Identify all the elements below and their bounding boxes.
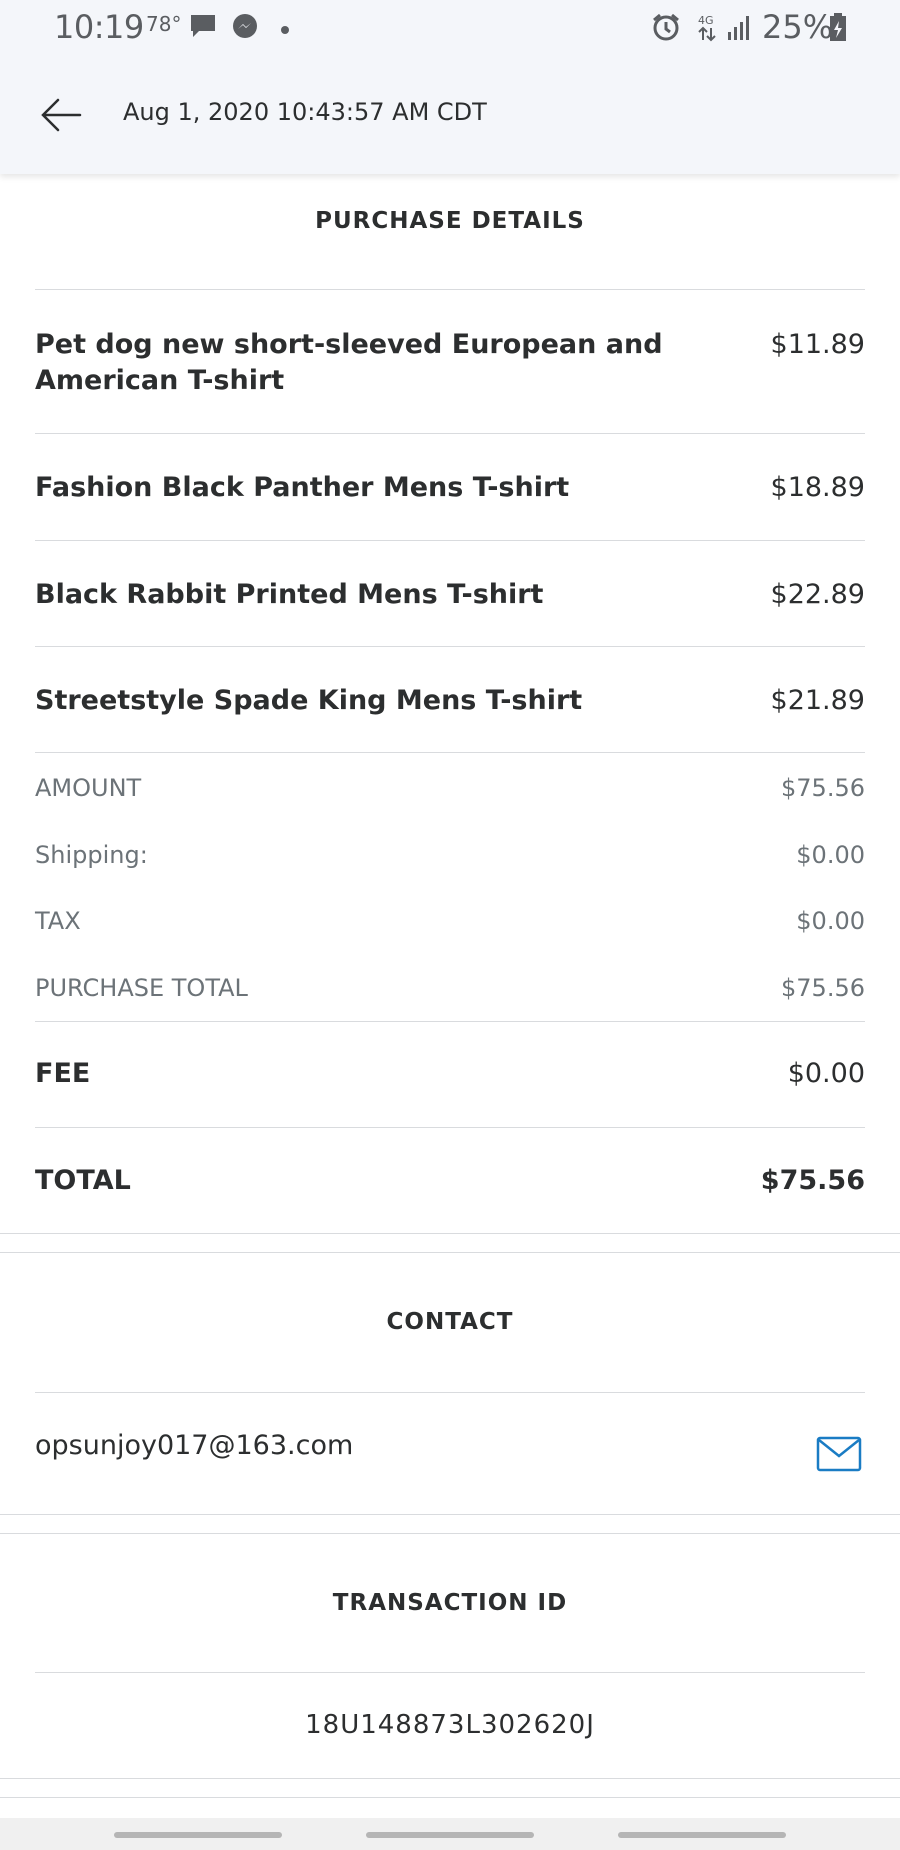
section-divider [0,1252,900,1253]
amount-label: AMOUNT [35,774,142,802]
dot-icon [280,20,290,39]
item-price: $22.89 [770,579,865,610]
transaction-id-title: TRANSACTION ID [332,1590,568,1616]
alarm-icon [650,12,682,46]
nav-back-button[interactable] [618,1832,786,1838]
battery-charging-icon [828,12,848,46]
divider [35,1672,865,1673]
shipping-value: $0.00 [796,841,865,869]
section-divider [0,1778,900,1779]
item-name: Black Rabbit Printed Mens T-shirt [35,579,544,610]
status-bar: 10:19 78° 4G 25% [0,0,900,56]
total-value: $75.56 [760,1165,865,1196]
divider [35,540,865,541]
total-label: TOTAL [35,1165,131,1196]
data-4g-icon: 4G [696,12,718,46]
back-button[interactable] [36,90,86,140]
purchase-total-label: PURCHASE TOTAL [35,974,248,1002]
system-nav-bar [0,1818,900,1850]
fee-value: $0.00 [787,1058,865,1089]
transaction-datetime: Aug 1, 2020 10:43:57 AM CDT [123,98,487,126]
divider [35,1127,865,1128]
status-temperature: 78° [146,12,182,36]
message-icon [188,12,218,44]
contact-title: CONTACT [386,1309,514,1335]
top-bar: 10:19 78° 4G 25% Aug 1, 2020 10:43:57 AM… [0,0,900,174]
section-divider [0,1514,900,1515]
shipping-label: Shipping: [35,841,148,869]
section-divider [0,1797,900,1798]
item-price: $21.89 [770,685,865,716]
divider [35,433,865,434]
item-price: $11.89 [770,329,865,360]
contact-email: opsunjoy017@163.com [35,1430,354,1461]
signal-icon [726,12,754,46]
purchase-total-value: $75.56 [781,974,865,1002]
divider [35,1392,865,1393]
fee-label: FEE [35,1058,91,1089]
transaction-id-value: 18U148873L302620J [305,1710,595,1740]
nav-recents-button[interactable] [114,1832,282,1838]
divider [35,752,865,753]
nav-home-button[interactable] [366,1832,534,1838]
divider [35,1021,865,1022]
app-bar: Aug 1, 2020 10:43:57 AM CDT [0,56,900,174]
item-name: Pet dog new short-sleeved European and A… [35,329,663,396]
section-divider [0,1233,900,1234]
item-name: Streetstyle Spade King Mens T-shirt [35,685,583,716]
tax-label: TAX [35,907,81,935]
messenger-icon [230,12,260,46]
arrow-left-icon [41,98,82,132]
section-divider [0,1533,900,1534]
purchase-details-title: PURCHASE DETAILS [315,208,585,234]
status-time: 10:19 [54,8,144,46]
email-button[interactable] [816,1436,862,1472]
item-name: Fashion Black Panther Mens T-shirt [35,472,570,503]
divider [35,646,865,647]
battery-percent: 25% [762,8,834,46]
amount-value: $75.56 [781,774,865,802]
svg-text:4G: 4G [698,14,714,27]
mail-icon [816,1436,862,1472]
divider [35,289,865,290]
tax-value: $0.00 [796,907,865,935]
item-price: $18.89 [770,472,865,503]
